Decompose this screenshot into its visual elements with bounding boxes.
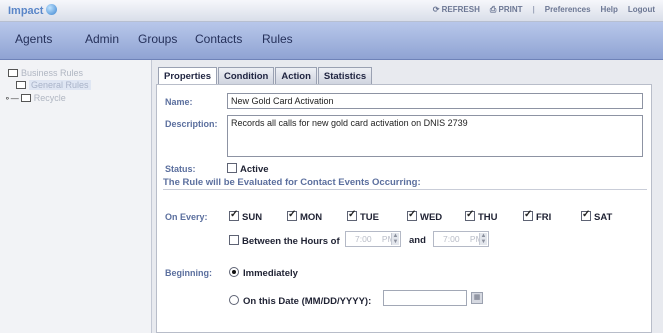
rule-editor-panel: Properties Condition Action Statistics N… xyxy=(152,60,663,333)
day-checkbox-sat[interactable]: SAT xyxy=(581,209,612,223)
tab-properties[interactable]: Properties xyxy=(158,67,217,84)
title-bar: Impact ⟳ REFRESH ⎙ PRINT | Preferences H… xyxy=(0,0,663,22)
name-label: Name: xyxy=(165,97,193,107)
evaluation-heading: The Rule will be Evaluated for Contact E… xyxy=(163,177,421,188)
day-checkbox-tue[interactable]: TUE xyxy=(347,209,379,223)
top-links: ⟳ REFRESH ⎙ PRINT | Preferences Help Log… xyxy=(433,5,655,15)
on-date-radio[interactable]: On this Date (MM/DD/YYYY): xyxy=(229,295,371,307)
properties-sheet: Name: New Gold Card Activation Descripti… xyxy=(156,84,652,333)
checkbox-icon xyxy=(407,209,417,221)
divider: | xyxy=(532,5,535,14)
checkbox-icon xyxy=(523,209,533,221)
radio-icon xyxy=(229,267,239,277)
spinner-icon[interactable]: ▲ ▼ xyxy=(391,233,399,245)
nav-groups[interactable]: Groups xyxy=(138,32,177,46)
tree-item-general-rules[interactable]: General Rules xyxy=(16,80,91,90)
start-time-value: 7:00 xyxy=(355,234,372,244)
checkbox-icon xyxy=(465,209,475,221)
calendar-icon[interactable]: ▦ xyxy=(471,292,483,304)
nav-agents[interactable]: Agents xyxy=(15,32,52,46)
checkbox-icon xyxy=(581,209,591,221)
app-logo: Impact xyxy=(8,4,58,17)
expand-icon[interactable]: ⚬— xyxy=(4,94,19,103)
day-checkbox-thu[interactable]: THU xyxy=(465,209,498,223)
tree-item-business-rules[interactable]: Business Rules xyxy=(8,68,83,78)
tree-item-recycle[interactable]: ⚬— Recycle xyxy=(4,93,66,103)
status-label: Status: xyxy=(165,164,196,174)
immediately-radio[interactable]: Immediately xyxy=(229,267,298,279)
date-input[interactable] xyxy=(383,290,467,306)
tab-bar: Properties Condition Action Statistics xyxy=(158,67,373,84)
logout-link[interactable]: Logout xyxy=(628,5,655,15)
description-textarea[interactable]: Records all calls for new gold card acti… xyxy=(227,115,643,157)
help-link[interactable]: Help xyxy=(601,5,618,15)
tab-statistics[interactable]: Statistics xyxy=(317,67,373,84)
app-title: Impact xyxy=(8,5,44,17)
nav-admin[interactable]: Admin xyxy=(85,32,119,46)
end-time-value: 7:00 xyxy=(443,234,460,244)
checkbox-icon xyxy=(227,163,237,173)
folder-icon xyxy=(16,81,26,89)
beginning-label: Beginning: xyxy=(165,268,212,278)
folder-icon xyxy=(20,94,31,102)
nav-contacts[interactable]: Contacts xyxy=(195,32,242,46)
day-checkbox-sun[interactable]: SUN xyxy=(229,209,262,223)
end-time-field[interactable]: 7:00 PM ▲ ▼ xyxy=(433,231,489,247)
radio-icon xyxy=(229,295,239,305)
checkbox-icon xyxy=(347,209,357,221)
day-checkbox-wed[interactable]: WED xyxy=(407,209,442,223)
and-label: and xyxy=(409,235,426,246)
checkbox-icon xyxy=(229,235,239,245)
globe-icon xyxy=(46,4,58,15)
active-checkbox[interactable]: Active xyxy=(227,163,269,175)
folder-icon xyxy=(8,69,18,77)
tab-action[interactable]: Action xyxy=(275,67,317,84)
rules-tree: Business Rules General Rules ⚬— Recycle xyxy=(0,60,152,333)
day-checkbox-mon[interactable]: MON xyxy=(287,209,322,223)
main-nav: Agents Admin Groups Contacts Rules xyxy=(0,22,663,60)
refresh-link[interactable]: ⟳ REFRESH xyxy=(433,5,480,15)
spinner-icon[interactable]: ▲ ▼ xyxy=(479,233,487,245)
checkbox-icon xyxy=(229,209,239,221)
name-input[interactable]: New Gold Card Activation xyxy=(227,93,643,109)
day-checkbox-fri[interactable]: FRI xyxy=(523,209,551,223)
print-link[interactable]: ⎙ PRINT xyxy=(490,5,523,15)
preferences-link[interactable]: Preferences xyxy=(545,5,591,15)
start-time-field[interactable]: 7:00 PM ▲ ▼ xyxy=(345,231,401,247)
divider xyxy=(163,189,647,190)
description-label: Description: xyxy=(165,119,218,129)
on-every-label: On Every: xyxy=(165,212,208,222)
checkbox-icon xyxy=(287,209,297,221)
nav-rules[interactable]: Rules xyxy=(262,32,293,46)
tab-condition[interactable]: Condition xyxy=(218,67,275,84)
between-hours-checkbox[interactable]: Between the Hours of xyxy=(229,235,340,247)
